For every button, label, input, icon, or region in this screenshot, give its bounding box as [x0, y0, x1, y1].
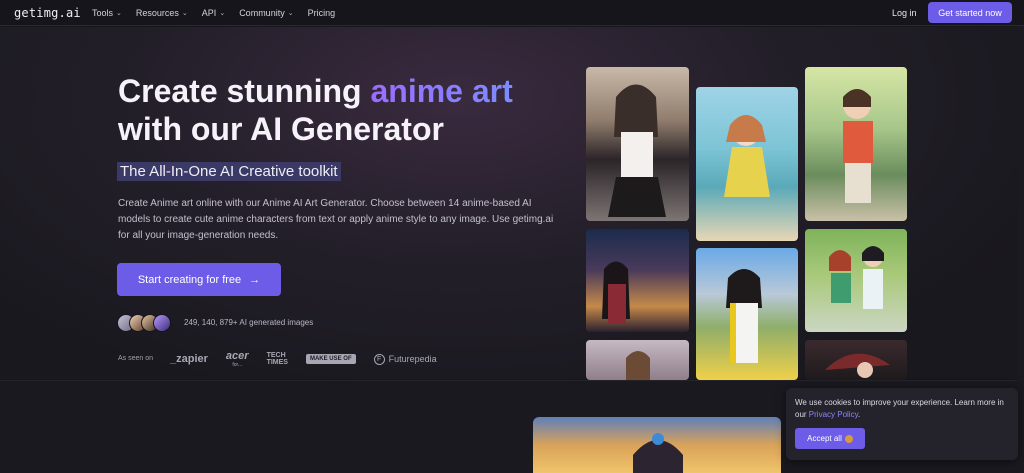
- hero-description: Create Anime art online with our Anime A…: [118, 198, 554, 241]
- as-seen-on-label: As seen on: [118, 355, 154, 362]
- image-illustration: [626, 351, 650, 380]
- login-link[interactable]: Log in: [892, 8, 917, 18]
- techtimes-logo: TECH TIMES: [267, 352, 288, 366]
- top-navigation: getimg.ai Tools ⌄ Resources ⌄ API ⌄ Communi…: [0, 0, 1024, 26]
- anime-image-beach-girl: [696, 87, 798, 241]
- hero-title: Create stunning anime art with our AI Ge…: [118, 72, 513, 148]
- image-illustration: [602, 261, 630, 324]
- hero-title-part2: with our AI Generator: [118, 111, 444, 147]
- get-started-button[interactable]: Get started now: [928, 2, 1012, 23]
- image-illustration: [724, 115, 770, 197]
- makeuseof-logo: MAKE USE OF: [305, 354, 356, 364]
- nav-api-label: API: [201, 8, 217, 18]
- generated-count: 249, 140, 879+ AI generated images: [184, 318, 314, 327]
- nav-resources[interactable]: Resources ⌄: [136, 8, 188, 18]
- zapier-logo: _zapier: [170, 353, 208, 365]
- anime-image-umbrella: [805, 340, 907, 380]
- nav-pricing[interactable]: Pricing: [308, 8, 336, 18]
- anime-image-featured: [533, 417, 781, 473]
- image-illustration: [608, 84, 666, 217]
- chevron-down-icon: ⌄: [181, 10, 188, 17]
- main-nav: Tools ⌄ Resources ⌄ API ⌄ Community ⌄ Pricin…: [92, 8, 335, 18]
- nav-pricing-label: Pricing: [307, 8, 336, 18]
- techtimes-line1: TECH: [266, 352, 286, 359]
- anime-image-park-boy: [805, 67, 907, 221]
- nav-community-label: Community: [239, 8, 285, 18]
- start-creating-label: Start creating for free: [137, 273, 242, 286]
- nav-api[interactable]: API ⌄: [202, 8, 225, 18]
- nav-resources-label: Resources: [135, 8, 179, 18]
- nav-tools-label: Tools: [92, 8, 114, 18]
- avatar: [153, 314, 171, 332]
- accept-all-button[interactable]: Accept all: [795, 428, 865, 449]
- press-logos: _zapier acer for... TECH TIMES MAKE USE …: [170, 350, 437, 368]
- hero-title-accent: anime art: [370, 73, 513, 109]
- chevron-down-icon: ⌄: [287, 10, 294, 17]
- chevron-down-icon: ⌄: [116, 10, 122, 17]
- nav-community[interactable]: Community ⌄: [239, 8, 293, 18]
- nav-tools[interactable]: Tools ⌄: [92, 8, 122, 18]
- cookie-text: We use cookies to improve your experienc…: [795, 397, 1005, 421]
- image-illustration: [726, 269, 762, 363]
- image-illustration: [633, 433, 683, 473]
- privacy-policy-link[interactable]: Privacy Policy: [809, 410, 858, 419]
- start-creating-button[interactable]: Start creating for free →: [117, 263, 281, 296]
- image-illustration: [829, 246, 884, 309]
- futurepedia-logo: F Futurepedia: [373, 353, 437, 365]
- acer-logo-sub: for...: [232, 362, 243, 368]
- cookie-banner: We use cookies to improve your experienc…: [786, 388, 1018, 460]
- accept-all-label: Accept all: [807, 434, 842, 443]
- arrow-right-icon: →: [249, 273, 261, 286]
- scrollbar[interactable]: [1018, 26, 1024, 473]
- anime-image-night-city: [586, 229, 689, 332]
- cookie-text-end: .: [858, 410, 861, 419]
- image-illustration: [825, 353, 890, 378]
- hero-title-part1: Create stunning: [118, 73, 371, 109]
- futurepedia-icon: F: [373, 353, 385, 365]
- acer-logo: acer for...: [226, 350, 249, 368]
- anime-image-city-girl: [586, 67, 689, 221]
- chevron-down-icon: ⌄: [219, 10, 226, 17]
- cookie-icon: [844, 434, 853, 443]
- image-illustration: [843, 89, 873, 203]
- hero-subtitle: The All-In-One AI Creative toolkit: [117, 162, 341, 181]
- logo[interactable]: getimg.ai: [14, 6, 81, 20]
- techtimes-line2: TIMES: [266, 359, 288, 366]
- user-avatars: [117, 314, 171, 332]
- anime-image-store-girl: [586, 340, 689, 380]
- anime-image-couple: [805, 229, 907, 332]
- anime-image-racer-girl: [696, 248, 798, 380]
- futurepedia-text: Futurepedia: [388, 354, 437, 364]
- acer-logo-text: acer: [225, 350, 249, 362]
